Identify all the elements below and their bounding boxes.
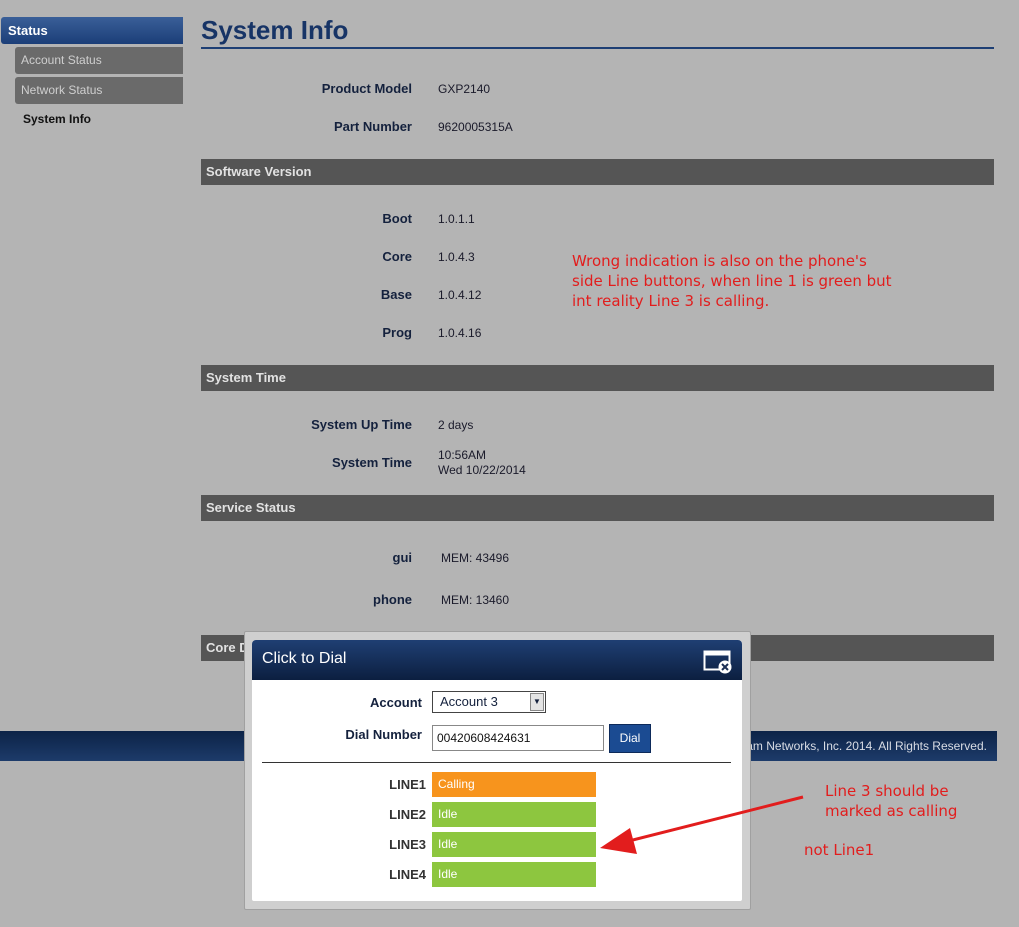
annotation-arrow: [600, 795, 804, 854]
